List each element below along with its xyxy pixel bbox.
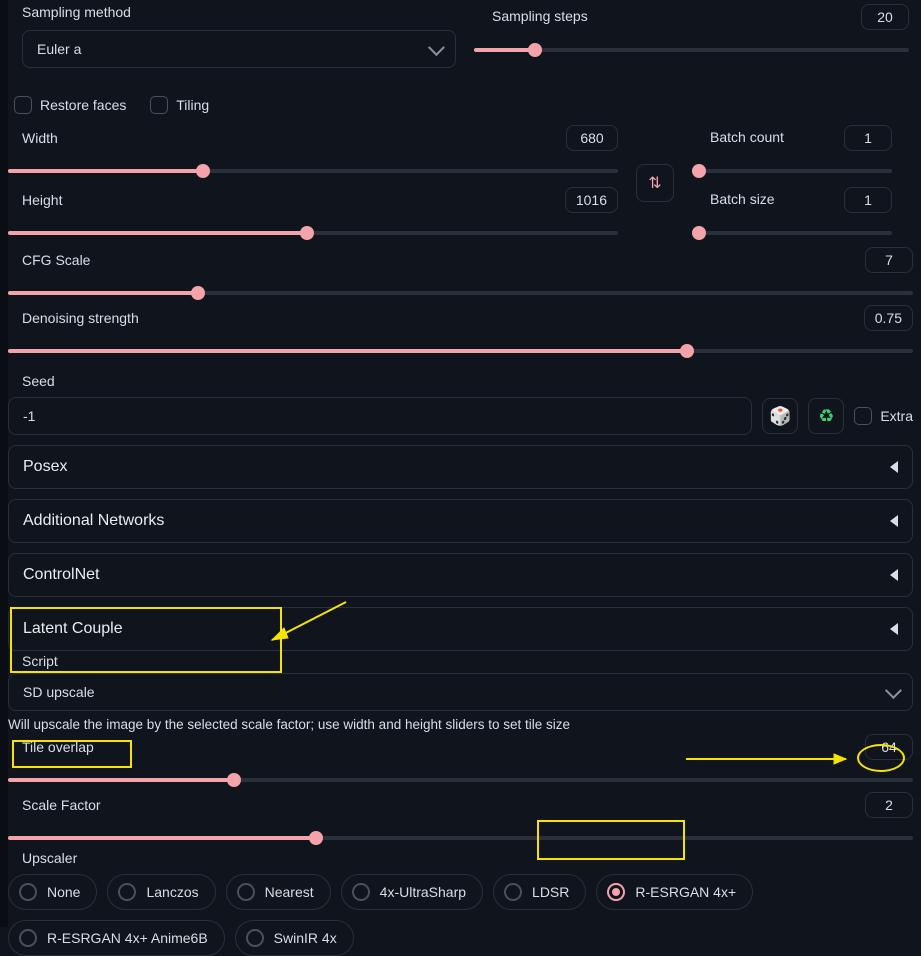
accordion-posex-label: Posex (23, 458, 67, 476)
chevron-down-icon (885, 682, 902, 699)
radio-icon (237, 883, 255, 901)
triangle-left-icon (890, 515, 898, 527)
height-slider[interactable] (8, 231, 618, 235)
upscaler-radio-group: None Lanczos Nearest 4x-UltraSharp LDSR R-ESR… (8, 874, 913, 956)
sampling-method-dropdown[interactable]: Euler a (22, 30, 456, 68)
swap-dimensions-button[interactable]: ⇅ (636, 164, 674, 202)
upscaler-option[interactable]: SwinIR 4x (235, 920, 354, 956)
cfg-scale-value[interactable]: 7 (865, 247, 913, 273)
upscaler-option[interactable]: Nearest (226, 874, 331, 910)
upscaler-option-label: SwinIR 4x (274, 930, 337, 946)
tiling-label: Tiling (176, 97, 209, 113)
dice-icon: 🎲 (769, 406, 791, 427)
script-help-text: Will upscale the image by the selected s… (8, 717, 913, 732)
batch-count-value[interactable]: 1 (844, 125, 892, 151)
batch-size-label: Batch size (692, 191, 775, 207)
triangle-left-icon (890, 569, 898, 581)
checkbox-icon (14, 96, 32, 114)
accordion-additional-networks[interactable]: Additional Networks (8, 499, 913, 543)
batch-size-slider[interactable] (692, 231, 892, 235)
upscaler-label: Upscaler (8, 850, 913, 866)
sampling-steps-slider[interactable] (474, 48, 909, 52)
tile-overlap-slider[interactable] (8, 778, 913, 782)
tile-overlap-label: Tile overlap (8, 739, 94, 755)
accordion-controlnet-label: ControlNet (23, 566, 99, 584)
upscaler-option[interactable]: R-ESRGAN 4x+ (596, 874, 753, 910)
scale-factor-slider[interactable] (8, 836, 913, 840)
chevron-down-icon (428, 39, 445, 56)
accordion-latent-couple[interactable]: Latent Couple (8, 607, 913, 651)
restore-faces-checkbox[interactable]: Restore faces (14, 96, 126, 114)
batch-count-slider[interactable] (692, 169, 892, 173)
upscaler-option-label: R-ESRGAN 4x+ Anime6B (47, 930, 208, 946)
upscaler-option[interactable]: R-ESRGAN 4x+ Anime6B (8, 920, 225, 956)
accordion-controlnet[interactable]: ControlNet (8, 553, 913, 597)
cfg-scale-slider[interactable] (8, 291, 913, 295)
script-label: Script (8, 653, 913, 669)
radio-icon (19, 883, 37, 901)
radio-icon (607, 883, 625, 901)
sampling-method-value: Euler a (37, 41, 81, 57)
batch-count-label: Batch count (692, 129, 784, 145)
width-label: Width (8, 130, 58, 146)
radio-icon (19, 929, 37, 947)
triangle-left-icon (890, 461, 898, 473)
seed-random-button[interactable]: 🎲 (762, 398, 798, 434)
tiling-checkbox[interactable]: Tiling (150, 96, 209, 114)
upscaler-option-label: Nearest (265, 884, 314, 900)
upscaler-option[interactable]: 4x-UltraSharp (341, 874, 483, 910)
upscaler-option[interactable]: LDSR (493, 874, 586, 910)
radio-icon (352, 883, 370, 901)
upscaler-option-label: LDSR (532, 884, 569, 900)
sampling-method-label: Sampling method (22, 4, 456, 20)
upscaler-option[interactable]: Lanczos (107, 874, 215, 910)
sampling-steps-label: Sampling steps (492, 8, 588, 24)
radio-icon (118, 883, 136, 901)
upscaler-option-label: R-ESRGAN 4x+ (635, 884, 736, 900)
restore-faces-label: Restore faces (40, 97, 126, 113)
seed-reuse-button[interactable]: ♻ (808, 398, 844, 434)
denoising-slider[interactable] (8, 349, 913, 353)
seed-label: Seed (8, 373, 913, 389)
upscaler-option-label: 4x-UltraSharp (380, 884, 466, 900)
height-value[interactable]: 1016 (565, 187, 618, 213)
seed-input[interactable]: -1 (8, 397, 752, 435)
upscaler-option-label: Lanczos (146, 884, 198, 900)
left-edge-strip (0, 0, 8, 927)
script-dropdown[interactable]: SD upscale (8, 673, 913, 711)
swap-icon: ⇅ (648, 173, 661, 193)
accordion-latent-couple-label: Latent Couple (23, 620, 123, 638)
tile-overlap-value[interactable]: 64 (865, 734, 913, 760)
batch-size-value[interactable]: 1 (844, 187, 892, 213)
upscaler-option[interactable]: None (8, 874, 97, 910)
sampling-steps-value[interactable]: 20 (861, 4, 909, 30)
triangle-left-icon (890, 623, 898, 635)
width-value[interactable]: 680 (566, 125, 618, 151)
cfg-scale-label: CFG Scale (8, 252, 90, 268)
denoising-label: Denoising strength (8, 310, 139, 326)
denoising-value[interactable]: 0.75 (864, 305, 913, 331)
seed-extra-label: Extra (880, 408, 913, 424)
seed-extra-checkbox[interactable]: Extra (854, 407, 913, 425)
height-label: Height (8, 192, 62, 208)
script-value: SD upscale (23, 684, 95, 700)
scale-factor-value[interactable]: 2 (865, 792, 913, 818)
recycle-icon: ♻ (818, 406, 834, 427)
radio-icon (504, 883, 522, 901)
accordion-posex[interactable]: Posex (8, 445, 913, 489)
upscaler-option-label: None (47, 884, 80, 900)
radio-icon (246, 929, 264, 947)
checkbox-icon (150, 96, 168, 114)
checkbox-icon (854, 407, 872, 425)
scale-factor-label: Scale Factor (8, 797, 101, 813)
accordion-additional-networks-label: Additional Networks (23, 512, 164, 530)
width-slider[interactable] (8, 169, 618, 173)
